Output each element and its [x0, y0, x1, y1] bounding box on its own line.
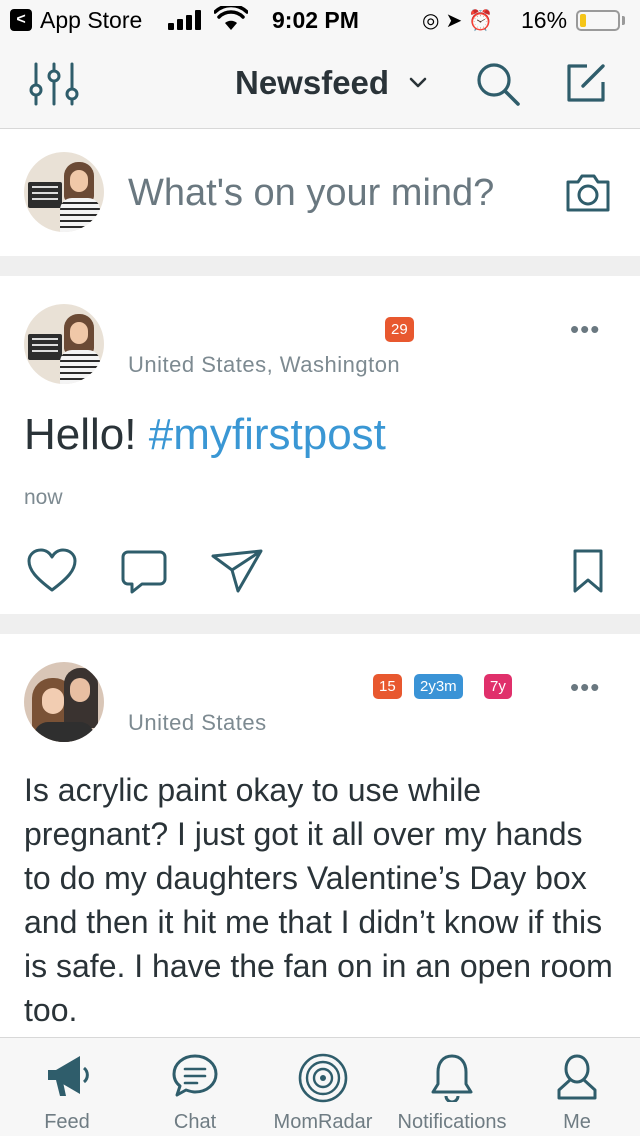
- divider: [0, 614, 640, 634]
- more-options-icon[interactable]: •••: [570, 672, 600, 703]
- letter-board-image: [28, 182, 62, 208]
- post-text: Hello! #myfirstpost: [24, 410, 618, 460]
- megaphone-icon: [48, 1056, 89, 1096]
- hashtag-link[interactable]: #myfirstpost: [149, 410, 386, 459]
- tab-momradar[interactable]: MomRadar: [256, 1038, 390, 1136]
- camera-icon[interactable]: [564, 172, 612, 214]
- tab-feed[interactable]: Feed: [0, 1038, 134, 1136]
- tab-chat[interactable]: Chat: [134, 1038, 256, 1136]
- tab-label: Chat: [173, 1111, 217, 1133]
- tab-me[interactable]: Me: [514, 1038, 640, 1136]
- tab-label: Me: [563, 1111, 591, 1133]
- person-icon: [557, 1054, 597, 1100]
- battery-icon: [576, 10, 620, 31]
- tab-bar: Feed Chat MomRadar Notifications Me: [0, 1037, 640, 1136]
- tab-label: MomRadar: [273, 1111, 373, 1133]
- compose-icon[interactable]: [563, 60, 609, 106]
- share-icon[interactable]: [210, 548, 264, 594]
- filter-sliders-icon[interactable]: [28, 60, 80, 108]
- more-options-icon[interactable]: •••: [570, 314, 600, 345]
- post-text-plain: Hello!: [24, 410, 149, 459]
- post-text: Is acrylic paint okay to use while pregn…: [24, 772, 613, 1028]
- signal-icon: [168, 10, 204, 30]
- post-card: 15 2y3m 7y ••• United States Is acrylic …: [0, 634, 640, 1037]
- avatar[interactable]: [24, 662, 104, 742]
- battery-percent: 16%: [521, 7, 568, 33]
- divider: [0, 256, 640, 276]
- alarm-icon: ⏰: [468, 10, 500, 32]
- search-icon[interactable]: [474, 60, 522, 108]
- post-timestamp: now: [24, 486, 63, 509]
- composer-placeholder[interactable]: What's on your mind?: [128, 172, 494, 215]
- post-location: United States, Washington: [128, 352, 401, 377]
- avatar[interactable]: [24, 152, 104, 232]
- tab-label: Notifications: [397, 1111, 507, 1133]
- radar-icon: [298, 1053, 348, 1103]
- location-icon: ➤: [445, 10, 469, 32]
- clock: 9:02 PM: [272, 7, 359, 33]
- back-to-app-label[interactable]: App Store: [40, 7, 142, 34]
- orientation-lock-icon: ◎: [422, 10, 446, 32]
- tab-notifications[interactable]: Notifications: [390, 1038, 514, 1136]
- tab-label: Feed: [44, 1111, 90, 1133]
- post-card: 29 ••• United States, Washington Hello! …: [0, 276, 640, 614]
- nav-bar: Newsfeed: [0, 40, 640, 129]
- post-composer[interactable]: What's on your mind?: [0, 130, 640, 256]
- wifi-icon: [214, 6, 248, 30]
- avatar[interactable]: [24, 304, 104, 384]
- chat-bubble-icon: [172, 1054, 218, 1097]
- status-bar: < App Store 9:02 PM ◎➤⏰ 16%: [0, 0, 640, 40]
- bookmark-icon[interactable]: [571, 548, 605, 594]
- back-chevron-icon[interactable]: <: [10, 9, 32, 31]
- status-badge: 15: [373, 674, 402, 699]
- letter-board-image: [28, 334, 62, 360]
- bell-icon: [431, 1054, 473, 1102]
- comment-icon[interactable]: [120, 548, 168, 596]
- page-title[interactable]: Newsfeed: [235, 64, 389, 102]
- status-badge: 29: [385, 317, 414, 342]
- child-age-badge: 2y3m: [414, 674, 463, 699]
- child-age-badge: 7y: [484, 674, 512, 699]
- battery-level: [580, 14, 586, 27]
- post-location: United States: [128, 710, 267, 735]
- chevron-down-icon[interactable]: [408, 76, 428, 90]
- battery-nub: [622, 16, 625, 25]
- heart-icon[interactable]: [26, 548, 78, 594]
